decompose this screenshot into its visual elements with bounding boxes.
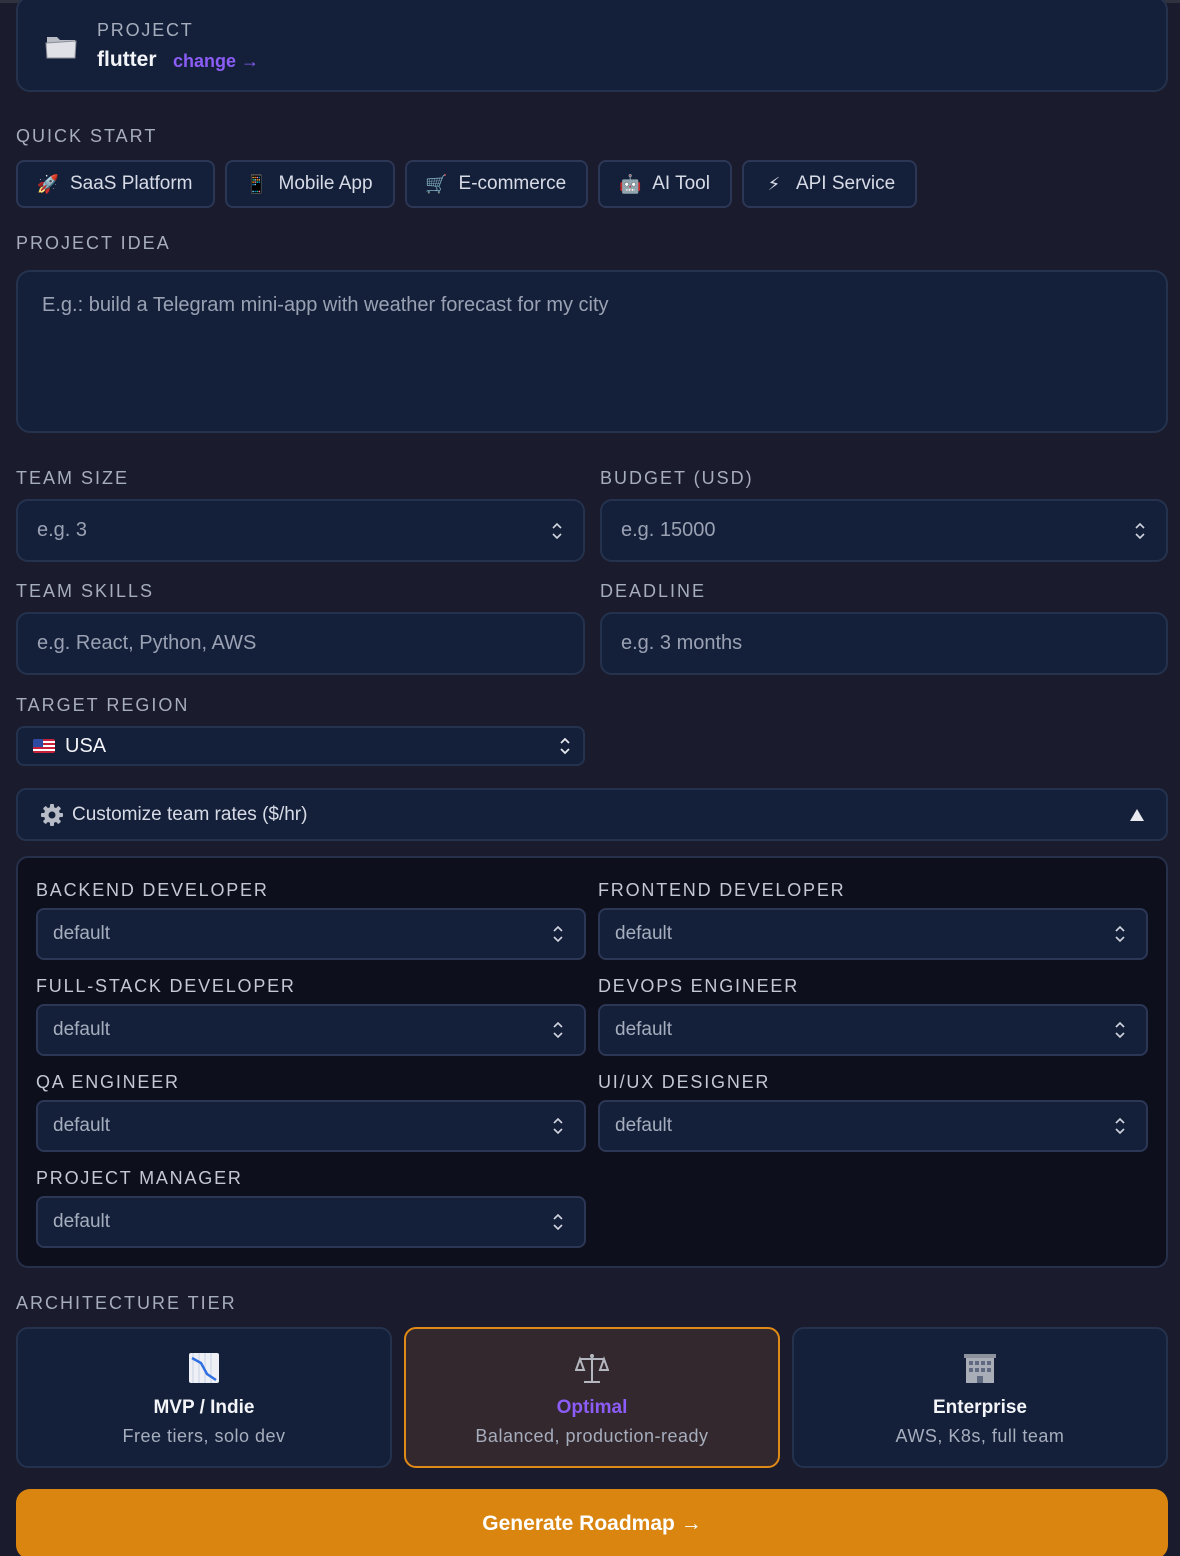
ui-ux-designer-label: UI/UX DESIGNER bbox=[598, 1072, 771, 1092]
target-region-label: TARGET REGION bbox=[16, 695, 190, 715]
chip-label: Mobile App bbox=[278, 173, 373, 194]
chip-e-commerce[interactable]: 🛒 E-commerce bbox=[404, 160, 589, 208]
full-stack-developer-label: FULL-STACK DEVELOPER bbox=[36, 976, 296, 996]
tier-description: Balanced, production-ready bbox=[475, 1426, 709, 1446]
team-skills-input[interactable]: e.g. React, Python, AWS bbox=[16, 612, 585, 675]
project-label: PROJECT bbox=[97, 20, 194, 40]
project-idea-textarea[interactable]: E.g.: build a Telegram mini-app with wea… bbox=[16, 270, 1168, 433]
rate-placeholder: default bbox=[53, 1115, 111, 1136]
chip-label: SaaS Platform bbox=[70, 173, 193, 194]
chip-ai-tool[interactable]: 🤖 AI Tool bbox=[598, 160, 732, 208]
chip-label: AI Tool bbox=[652, 173, 710, 194]
stepper-icon[interactable] bbox=[1114, 924, 1126, 944]
stepper-icon[interactable] bbox=[552, 1020, 564, 1040]
project-manager-label: PROJECT MANAGER bbox=[36, 1168, 243, 1188]
chip-mobile-app[interactable]: 📱 Mobile App bbox=[224, 160, 395, 208]
budget-placeholder: e.g. 15000 bbox=[621, 519, 716, 541]
stepper-icon[interactable] bbox=[552, 1116, 564, 1136]
team-size-input[interactable]: e.g. 3 bbox=[16, 499, 585, 562]
gear-icon bbox=[41, 803, 63, 826]
ui-ux-designer-rate-input[interactable]: default bbox=[598, 1100, 1148, 1152]
robot-icon: 🤖 bbox=[618, 173, 642, 194]
project-card: PROJECT flutter change → bbox=[16, 0, 1168, 92]
folder-icon bbox=[45, 37, 77, 59]
deadline-placeholder: e.g. 3 months bbox=[621, 632, 743, 654]
stepper-icon[interactable] bbox=[1134, 521, 1146, 541]
rate-placeholder: default bbox=[615, 1115, 673, 1136]
chip-label: E-commerce bbox=[458, 173, 567, 194]
customize-rates-toggle[interactable]: Customize team rates ($/hr) bbox=[16, 788, 1168, 841]
frontend-developer-rate-input[interactable]: default bbox=[598, 908, 1148, 960]
team-skills-label: TEAM SKILLS bbox=[16, 581, 155, 601]
change-project-link[interactable]: change → bbox=[173, 51, 259, 72]
team-size-label: TEAM SIZE bbox=[16, 468, 130, 488]
tier-description: AWS, K8s, full team bbox=[895, 1426, 1065, 1446]
stepper-icon[interactable] bbox=[551, 521, 563, 541]
team-skills-placeholder: e.g. React, Python, AWS bbox=[37, 632, 257, 654]
cart-icon: 🛒 bbox=[425, 173, 448, 194]
us-flag-icon bbox=[33, 739, 55, 753]
deadline-label: DEADLINE bbox=[600, 581, 707, 601]
tier-name: Enterprise bbox=[933, 1397, 1027, 1418]
target-region-select[interactable]: USA bbox=[16, 726, 585, 766]
team-rates-panel: BACKEND DEVELOPER FRONTEND DEVELOPER def… bbox=[16, 856, 1168, 1268]
qa-engineer-label: QA ENGINEER bbox=[36, 1072, 180, 1092]
tier-mvp-indie[interactable]: MVP / Indie Free tiers, solo dev bbox=[16, 1327, 392, 1468]
select-chevron-icon bbox=[560, 737, 570, 755]
balance-scale-icon bbox=[575, 1354, 609, 1383]
backend-developer-label: BACKEND DEVELOPER bbox=[36, 880, 269, 900]
quick-start-chips: 🚀 SaaS Platform 📱 Mobile App 🛒 E-commerc… bbox=[16, 160, 918, 208]
office-building-icon bbox=[964, 1354, 996, 1383]
full-stack-developer-rate-input[interactable]: default bbox=[36, 1004, 586, 1056]
region-value: USA bbox=[65, 734, 107, 757]
stepper-icon[interactable] bbox=[1114, 1020, 1126, 1040]
devops-engineer-label: DEVOPS ENGINEER bbox=[598, 976, 800, 996]
stepper-icon[interactable] bbox=[552, 1212, 564, 1232]
team-size-placeholder: e.g. 3 bbox=[37, 519, 88, 541]
quick-start-label: QUICK START bbox=[16, 126, 158, 146]
qa-engineer-rate-input[interactable]: default bbox=[36, 1100, 586, 1152]
tier-description: Free tiers, solo dev bbox=[122, 1426, 286, 1446]
roadmap-form: PROJECT flutter change → QUICK START 🚀 S… bbox=[0, 0, 1180, 1556]
tier-enterprise[interactable]: Enterprise AWS, K8s, full team bbox=[792, 1327, 1168, 1468]
chip-api-service[interactable]: ⚡ API Service bbox=[741, 160, 918, 208]
rate-placeholder: default bbox=[615, 1019, 673, 1040]
generate-roadmap-button[interactable]: Generate Roadmap → bbox=[16, 1489, 1168, 1556]
rate-placeholder: default bbox=[53, 1019, 111, 1040]
budget-label: BUDGET (USD) bbox=[600, 468, 754, 488]
frontend-developer-label: FRONTEND DEVELOPER bbox=[598, 880, 846, 900]
project-idea-label: PROJECT IDEA bbox=[16, 233, 171, 253]
architecture-tier-label: ARCHITECTURE TIER bbox=[16, 1293, 237, 1313]
stepper-icon[interactable] bbox=[1114, 1116, 1126, 1136]
tier-optimal[interactable]: Optimal Balanced, production-ready bbox=[404, 1327, 780, 1468]
deadline-input[interactable]: e.g. 3 months bbox=[600, 612, 1168, 675]
project-manager-rate-input[interactable]: default bbox=[36, 1196, 586, 1248]
rate-placeholder: default bbox=[53, 923, 111, 944]
collapse-triangle-icon bbox=[1130, 809, 1144, 821]
lightning-icon: ⚡ bbox=[767, 173, 781, 194]
stepper-icon[interactable] bbox=[552, 924, 564, 944]
devops-engineer-rate-input[interactable]: default bbox=[598, 1004, 1148, 1056]
rate-placeholder: default bbox=[53, 1211, 111, 1232]
chip-label: API Service bbox=[795, 173, 896, 194]
rocket-icon: 🚀 bbox=[36, 173, 60, 194]
phone-icon: 📱 bbox=[245, 173, 268, 194]
customize-rates-label: Customize team rates ($/hr) bbox=[72, 803, 308, 825]
chip-saas-platform[interactable]: 🚀 SaaS Platform bbox=[16, 160, 215, 208]
tier-name: Optimal bbox=[556, 1397, 628, 1418]
project-name: flutter bbox=[97, 48, 157, 71]
rate-placeholder: default bbox=[615, 923, 673, 944]
backend-developer-rate-input[interactable]: default bbox=[36, 908, 586, 960]
tier-name: MVP / Indie bbox=[153, 1397, 255, 1418]
budget-input[interactable]: e.g. 15000 bbox=[600, 499, 1168, 562]
chart-down-icon bbox=[189, 1353, 219, 1383]
